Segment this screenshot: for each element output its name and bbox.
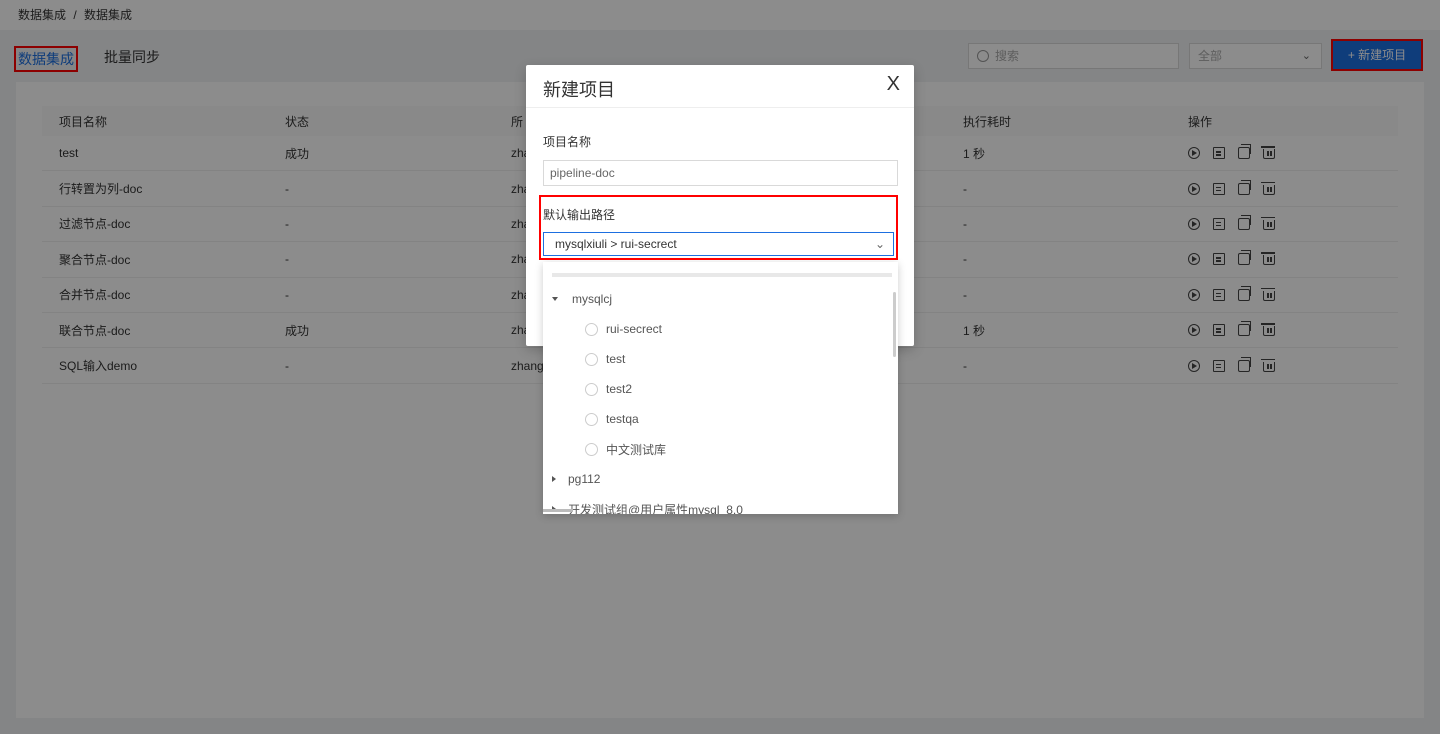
dropdown-scrollbar[interactable]: [893, 292, 896, 357]
output-path-select[interactable]: mysqlxiuli > rui-secrect ⌄: [543, 232, 894, 256]
dropdown-top-scrollbar[interactable]: [552, 273, 892, 277]
tree-group-label: pg112: [568, 472, 601, 486]
radio-button[interactable]: [585, 442, 598, 456]
tree-group-node[interactable]: pg112: [552, 469, 600, 489]
radio-button[interactable]: [585, 352, 598, 366]
tree-group-node[interactable]: 开发测试组@用户属性mysql_8.0: [552, 499, 743, 514]
tree-leaf-node[interactable]: test2: [585, 379, 632, 399]
tree-group-node[interactable]: mysqlcj: [552, 289, 612, 309]
tree-group-label: mysqlcj: [572, 292, 613, 306]
tree-leaf-label: test2: [606, 382, 633, 396]
caret-down-icon[interactable]: [552, 297, 558, 301]
dialog-title: 新建项目: [543, 80, 615, 100]
radio-button[interactable]: [585, 412, 598, 426]
output-path-value: mysqlxiuli > rui-secrect: [555, 237, 677, 251]
dropdown-bottom-scrollbar[interactable]: [543, 509, 573, 512]
tree-leaf-label: test: [606, 352, 626, 366]
tree-leaf-label: testqa: [606, 412, 639, 426]
tree-leaf-node[interactable]: testqa: [585, 409, 639, 429]
caret-right-icon[interactable]: [552, 476, 556, 482]
project-name-input[interactable]: pipeline-doc: [543, 160, 898, 186]
tree-group-label: 开发测试组@用户属性mysql_8.0: [568, 502, 743, 515]
tree-leaf-node[interactable]: rui-secrect: [585, 319, 662, 339]
chevron-down-icon: ⌄: [874, 237, 885, 251]
tree-leaf-node[interactable]: test: [585, 349, 625, 369]
output-path-label: 默认输出路径: [543, 208, 616, 222]
tree-leaf-label: 中文测试库: [606, 442, 667, 457]
output-path-field: 默认输出路径 mysqlxiuli > rui-secrect ⌄: [539, 195, 898, 260]
project-name-label: 项目名称: [543, 135, 592, 149]
tree-leaf-node[interactable]: 中文测试库: [585, 439, 666, 459]
dialog-header: 新建项目 X: [526, 65, 914, 108]
close-icon[interactable]: X: [887, 73, 900, 96]
radio-button[interactable]: [585, 322, 598, 336]
tree-leaf-label: rui-secrect: [606, 322, 663, 336]
radio-button[interactable]: [585, 382, 598, 396]
output-path-tree-dropdown: mysqlcj rui-secrect test test2 testqa 中文测试库 pg…: [543, 262, 898, 514]
